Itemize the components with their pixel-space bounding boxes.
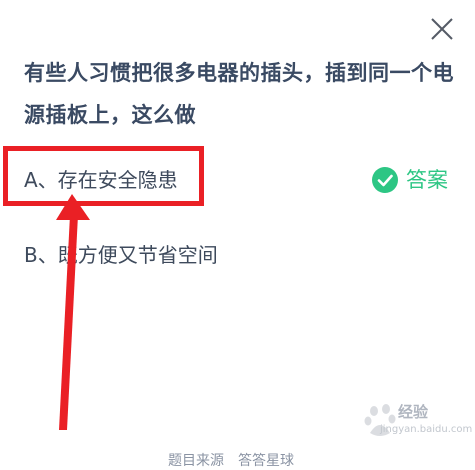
answer-indicator[interactable]: 答案: [372, 166, 448, 194]
close-button[interactable]: [428, 15, 456, 43]
watermark-sub: jingyan.baidu.com: [380, 424, 473, 435]
close-icon: [431, 18, 453, 40]
option-b[interactable]: B、既方便又节省空间: [24, 241, 218, 269]
question-text: 有些人习惯把很多电器的插头，插到同一个电源插板上，这么做: [24, 61, 454, 127]
watermark-brand: 经验: [398, 403, 429, 421]
answer-label: 答案: [406, 168, 448, 192]
option-a[interactable]: A、存在安全隐患: [24, 166, 178, 194]
check-circle-icon: [372, 167, 398, 193]
footer-source-text: 题目来源 答答星球: [168, 453, 294, 469]
